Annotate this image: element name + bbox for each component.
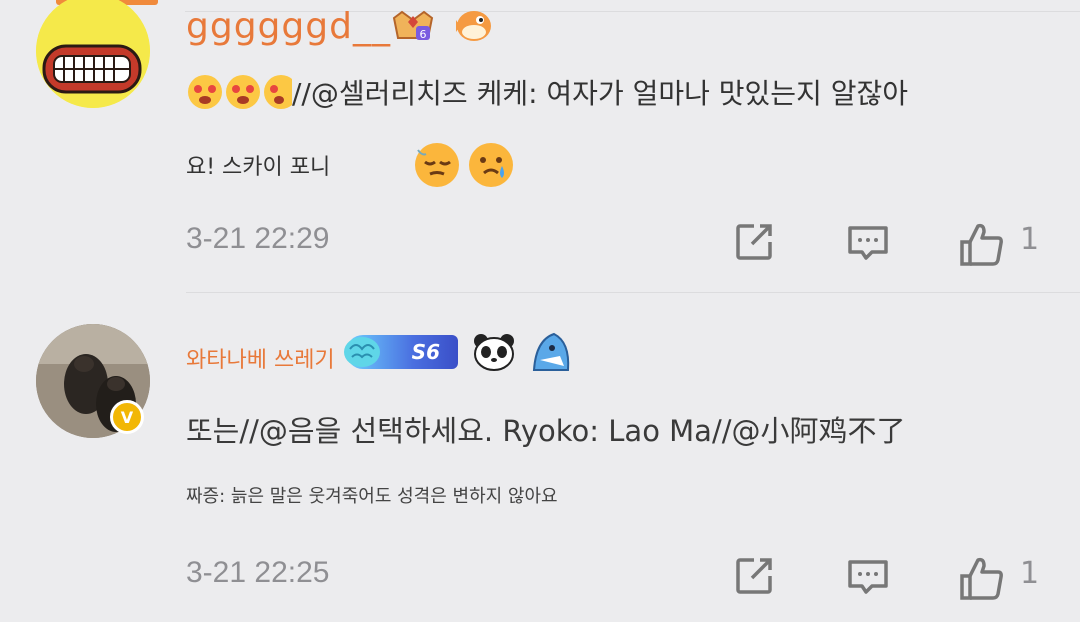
comment-actions: 1: [0, 554, 1080, 600]
heart-eyes-emoji-icon: [186, 73, 224, 111]
comment-text-line-1: //@셀러리치즈 케케: 여자가 얼마나 맛있는지 알잖아: [292, 77, 909, 110]
share-icon[interactable]: [732, 554, 776, 598]
comment-text-line-1: 또는//@음을 선택하세요. Ryoko: Lao Ma//@小阿鸡不了: [186, 414, 906, 448]
brain-s6-badge-icon[interactable]: S6: [344, 335, 458, 369]
comment-text-line-2: 짜증: 늙은 말은 웃겨죽어도 성격은 변하지 않아요: [186, 486, 558, 507]
comment-item: ggggggd__ 6 //@셀러리치즈 케케: 여자가 얼마나 맛있는지 알잖…: [0, 0, 1080, 294]
heart-eyes-emoji-icon: [262, 73, 292, 111]
like-icon[interactable]: [958, 554, 1003, 600]
like-count: 1: [1020, 556, 1040, 591]
comment-text: //@셀러리치즈 케케: 여자가 얼마나 맛있는지 알잖아: [186, 72, 908, 112]
puffer-fish-icon[interactable]: [452, 8, 496, 44]
user-badges: 6: [388, 8, 496, 44]
sad-relieved-emoji-icon: [412, 140, 462, 190]
like-count: 1: [1020, 222, 1040, 257]
username[interactable]: ggggggd__: [186, 6, 391, 47]
avatar[interactable]: [36, 0, 150, 108]
username[interactable]: 와타나베 쓰레기: [186, 342, 335, 374]
panda-icon[interactable]: [472, 332, 516, 372]
comment-divider: [186, 292, 1080, 293]
reply-icon[interactable]: [846, 220, 890, 264]
comment-text: 요! 스카이 포니: [186, 140, 516, 190]
shark-icon[interactable]: [530, 332, 572, 372]
comment-actions: 1: [0, 220, 1080, 266]
svg-text:6: 6: [420, 28, 427, 41]
reply-icon[interactable]: [846, 554, 890, 598]
like-icon[interactable]: [958, 220, 1003, 266]
comment-text-line-2: 요! 스카이 포니: [186, 155, 331, 180]
verified-badge-icon: V: [110, 400, 144, 434]
share-icon[interactable]: [732, 220, 776, 264]
comment-item: V 와타나베 쓰레기 S6 또는//@음을 선택하세요. Ryoko: Lao …: [0, 294, 1080, 622]
badge-label: S6: [411, 340, 440, 364]
user-badges: S6: [344, 332, 572, 372]
heart-eyes-emoji-icon: [224, 73, 262, 111]
tear-emoji-icon: [466, 140, 516, 190]
crown-badge-icon[interactable]: 6: [388, 8, 438, 44]
